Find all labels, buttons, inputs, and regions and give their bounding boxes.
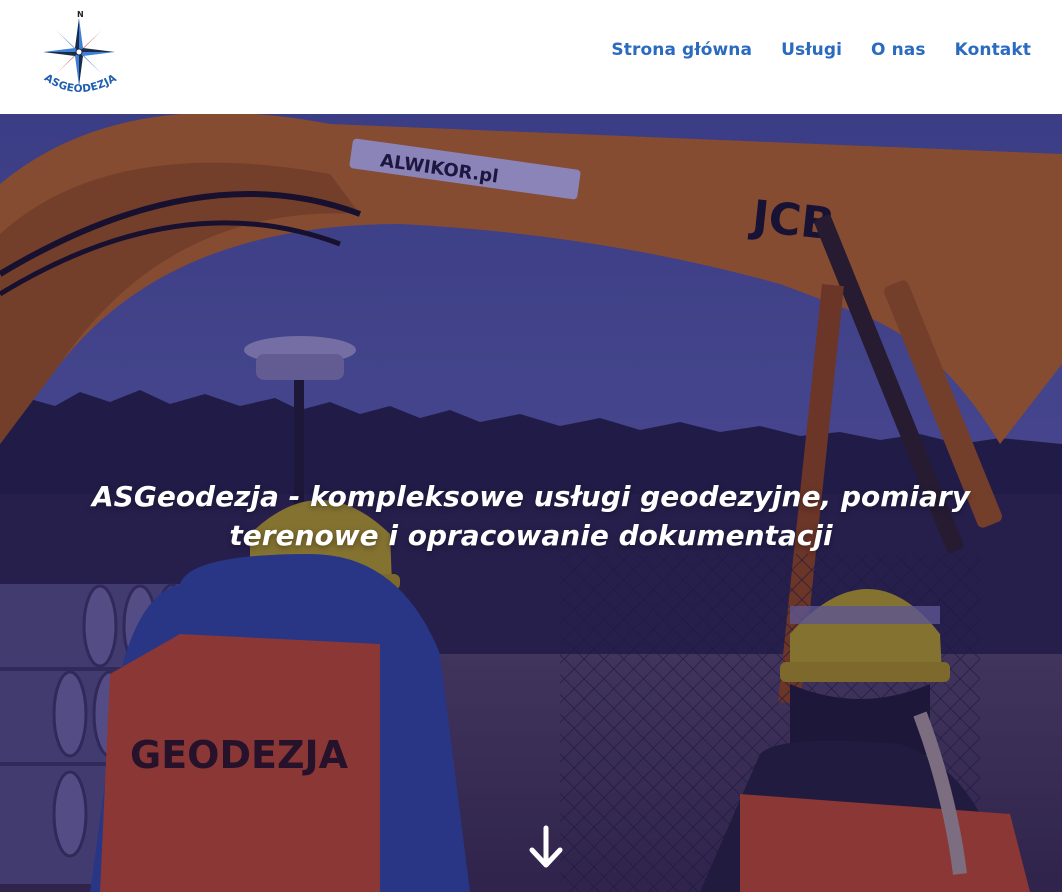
hero-section: ALWIKOR.pl JCB GEODEZJA ASGeodezja - kom…	[0, 114, 1062, 892]
hero-headline: ASGeodezja - kompleksowe usługi geodezyj…	[92, 479, 970, 552]
nav-link-home[interactable]: Strona główna	[611, 40, 752, 60]
nav-link-services[interactable]: Usługi	[781, 40, 842, 60]
nav-link-about[interactable]: O nas	[871, 40, 926, 60]
arrow-down-icon	[529, 825, 563, 868]
main-navigation: Strona główna Usługi O nas Kontakt	[611, 40, 1031, 60]
nav-link-contact[interactable]: Kontakt	[955, 40, 1031, 60]
compass-rose-icon: N ASGEODEZJA	[42, 10, 119, 95]
svg-text:ASGEODEZJA: ASGEODEZJA	[42, 72, 119, 95]
logo-wordmark: ASGEODEZJA	[42, 72, 119, 95]
scroll-down-button[interactable]	[526, 824, 566, 870]
site-logo[interactable]: N ASGEODEZJA	[36, 6, 124, 102]
site-header: N ASGEODEZJA Strona główna Usługi O nas	[0, 0, 1062, 114]
logo-north-letter: N	[77, 10, 84, 19]
